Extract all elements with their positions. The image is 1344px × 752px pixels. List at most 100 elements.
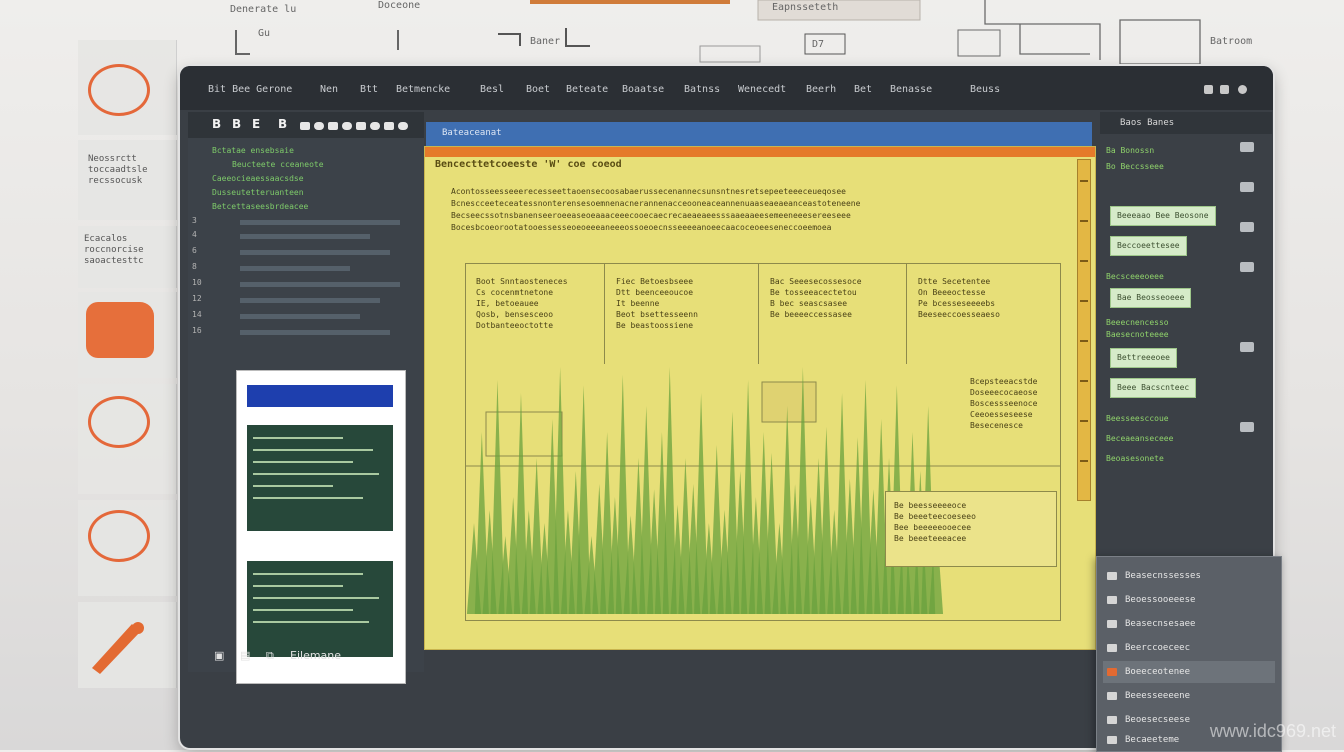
side-code: Ba Bonossn — [1106, 146, 1155, 155]
scroll-tick — [1080, 460, 1088, 462]
minimize-icon[interactable] — [1204, 85, 1213, 94]
document-canvas: Bencecttetcoeeste 'W' coe coeod Acontoss… — [424, 146, 1096, 650]
preview-block — [247, 561, 393, 657]
code-bar — [240, 298, 380, 303]
menu-icon — [1107, 692, 1117, 700]
line-number: 6 — [192, 246, 197, 255]
menu-item[interactable]: Boet — [526, 84, 550, 95]
preview-header — [247, 385, 393, 407]
panel-icon[interactable] — [1240, 262, 1254, 272]
share-icon[interactable]: ⧉ — [266, 649, 274, 663]
preview-line — [253, 497, 363, 499]
preview-line — [253, 449, 373, 451]
document-line: Bocesbcoeorootatooessesseoeoeeeaneeeosso… — [451, 223, 832, 232]
tile — [78, 500, 177, 596]
menu-item-label: Beerccoeceec — [1125, 643, 1191, 653]
panel-icon[interactable] — [1240, 142, 1254, 152]
side-chip[interactable]: Beccoeettesee — [1110, 236, 1187, 256]
menu-item[interactable]: Wenecedt — [738, 84, 786, 95]
panel-icon[interactable] — [1240, 222, 1254, 232]
menu-icon — [1107, 716, 1117, 724]
code-bar — [240, 234, 370, 239]
side-code: Beesseesccoue — [1106, 414, 1169, 423]
menu-icon — [1107, 644, 1117, 652]
tile — [78, 292, 177, 378]
tile: Ecacalos roccnorcise saoactesttc — [78, 226, 177, 288]
bg-label: Doceone — [378, 0, 421, 11]
preview-line — [253, 485, 333, 487]
tile-text: Ecacalos roccnorcise saoactesttc — [84, 234, 144, 266]
side-chip[interactable]: Beeeaao Bee Beosone — [1110, 206, 1216, 226]
scroll-tick — [1080, 300, 1088, 302]
line-number: 10 — [192, 278, 202, 287]
panel-icon[interactable] — [1240, 182, 1254, 192]
line-number: 16 — [192, 326, 202, 335]
menu-item[interactable]: Benasse — [890, 84, 932, 95]
menu-item-label: Beasecnsesaee — [1125, 619, 1196, 629]
window-icon[interactable]: ▤ — [240, 649, 250, 662]
menu-item-4[interactable]: Boeeceotenee — [1103, 661, 1275, 683]
preview-block — [247, 425, 393, 531]
note-box: Be beesseeeeoce Be beeeteecoeseeo Bee be… — [885, 491, 1057, 567]
orange-block-icon — [86, 302, 154, 358]
menu-icon — [1107, 736, 1117, 744]
pencil-icon — [92, 622, 144, 674]
note-text: Be beesseeeeoce Be beeeteecoeseeo Bee be… — [894, 501, 976, 543]
menu-item-2[interactable]: Beasecnsesaee — [1103, 613, 1275, 635]
menu-item[interactable]: Beuss — [970, 84, 1000, 95]
document-scrollbar[interactable] — [1077, 159, 1091, 501]
side-chip[interactable]: Bae Beosseoeee — [1110, 288, 1192, 308]
menu-item[interactable]: Bit Bee Gerone — [208, 84, 292, 95]
menu-item[interactable]: Nen — [320, 84, 338, 95]
preview-line — [253, 597, 379, 599]
maximize-icon[interactable] — [1220, 85, 1229, 94]
panel-icon[interactable] — [1240, 422, 1254, 432]
menu-item[interactable]: Besl — [480, 84, 504, 95]
menu-item[interactable]: Bet — [854, 84, 872, 95]
line-number: 12 — [192, 294, 202, 303]
code-line: Beucteete cceaneote — [232, 160, 324, 169]
preview-line — [253, 437, 343, 439]
bg-label: Gu — [258, 28, 271, 39]
side-panel-title: Baos Banes — [1120, 118, 1175, 128]
tool-icon[interactable]: B — [212, 117, 221, 131]
document-tab-bar: Bateaceanat — [426, 122, 1092, 146]
menu-item[interactable]: Boaatse — [622, 84, 664, 95]
document-title: Bencecttetcoeeste 'W' coe coeod — [435, 159, 622, 170]
side-icon-column — [1232, 142, 1262, 542]
line-number: 14 — [192, 310, 202, 319]
menu-icon — [1107, 668, 1117, 676]
side-chip[interactable]: Beee Bacscnteec — [1110, 378, 1197, 398]
grid-icon[interactable]: ▣ — [214, 649, 224, 662]
menu-item-3[interactable]: Beerccoeceec — [1103, 637, 1275, 659]
preview-line — [253, 473, 379, 475]
tool-icon[interactable]: B — [278, 117, 287, 131]
menu-icon — [1107, 620, 1117, 628]
close-icon[interactable] — [1238, 85, 1247, 94]
orange-circle-icon — [88, 510, 150, 562]
line-number: 3 — [192, 216, 197, 225]
bg-label: D7 — [812, 39, 825, 50]
tool-icon[interactable]: E — [252, 117, 260, 131]
menu-item-5[interactable]: Beeesseeeene — [1103, 685, 1275, 707]
left-toolbar: B B E B — [188, 112, 424, 138]
menu-item[interactable]: Batnss — [684, 84, 720, 95]
document-line: Acontosseesseeerecesseettaoensecoosabaer… — [451, 187, 846, 196]
orange-circle-icon — [88, 396, 150, 448]
menu-item[interactable]: Betmencke — [396, 84, 450, 95]
menu-item-0[interactable]: Beasecnssesses — [1103, 565, 1275, 587]
menu-item[interactable]: Beteate — [566, 84, 608, 95]
menu-item[interactable]: Btt — [360, 84, 378, 95]
panel-icon[interactable] — [1240, 342, 1254, 352]
preview-line — [253, 573, 363, 575]
menu-item[interactable]: Beerh — [806, 84, 836, 95]
side-chip[interactable]: Bettreeeoee — [1110, 348, 1177, 368]
menu-item-1[interactable]: Beoessooeeese — [1103, 589, 1275, 611]
tool-icon[interactable]: B — [232, 117, 241, 131]
tile — [78, 602, 177, 688]
side-code: Beoasesonete — [1106, 454, 1164, 463]
document-preview[interactable] — [236, 370, 406, 684]
document-line: Becseecssotnsbanenseeroeeaseoeaaaceeecoo… — [451, 211, 851, 220]
code-line: Dusseutetteruanteen — [212, 188, 304, 197]
document-tab[interactable]: Bateaceanat — [442, 128, 502, 138]
